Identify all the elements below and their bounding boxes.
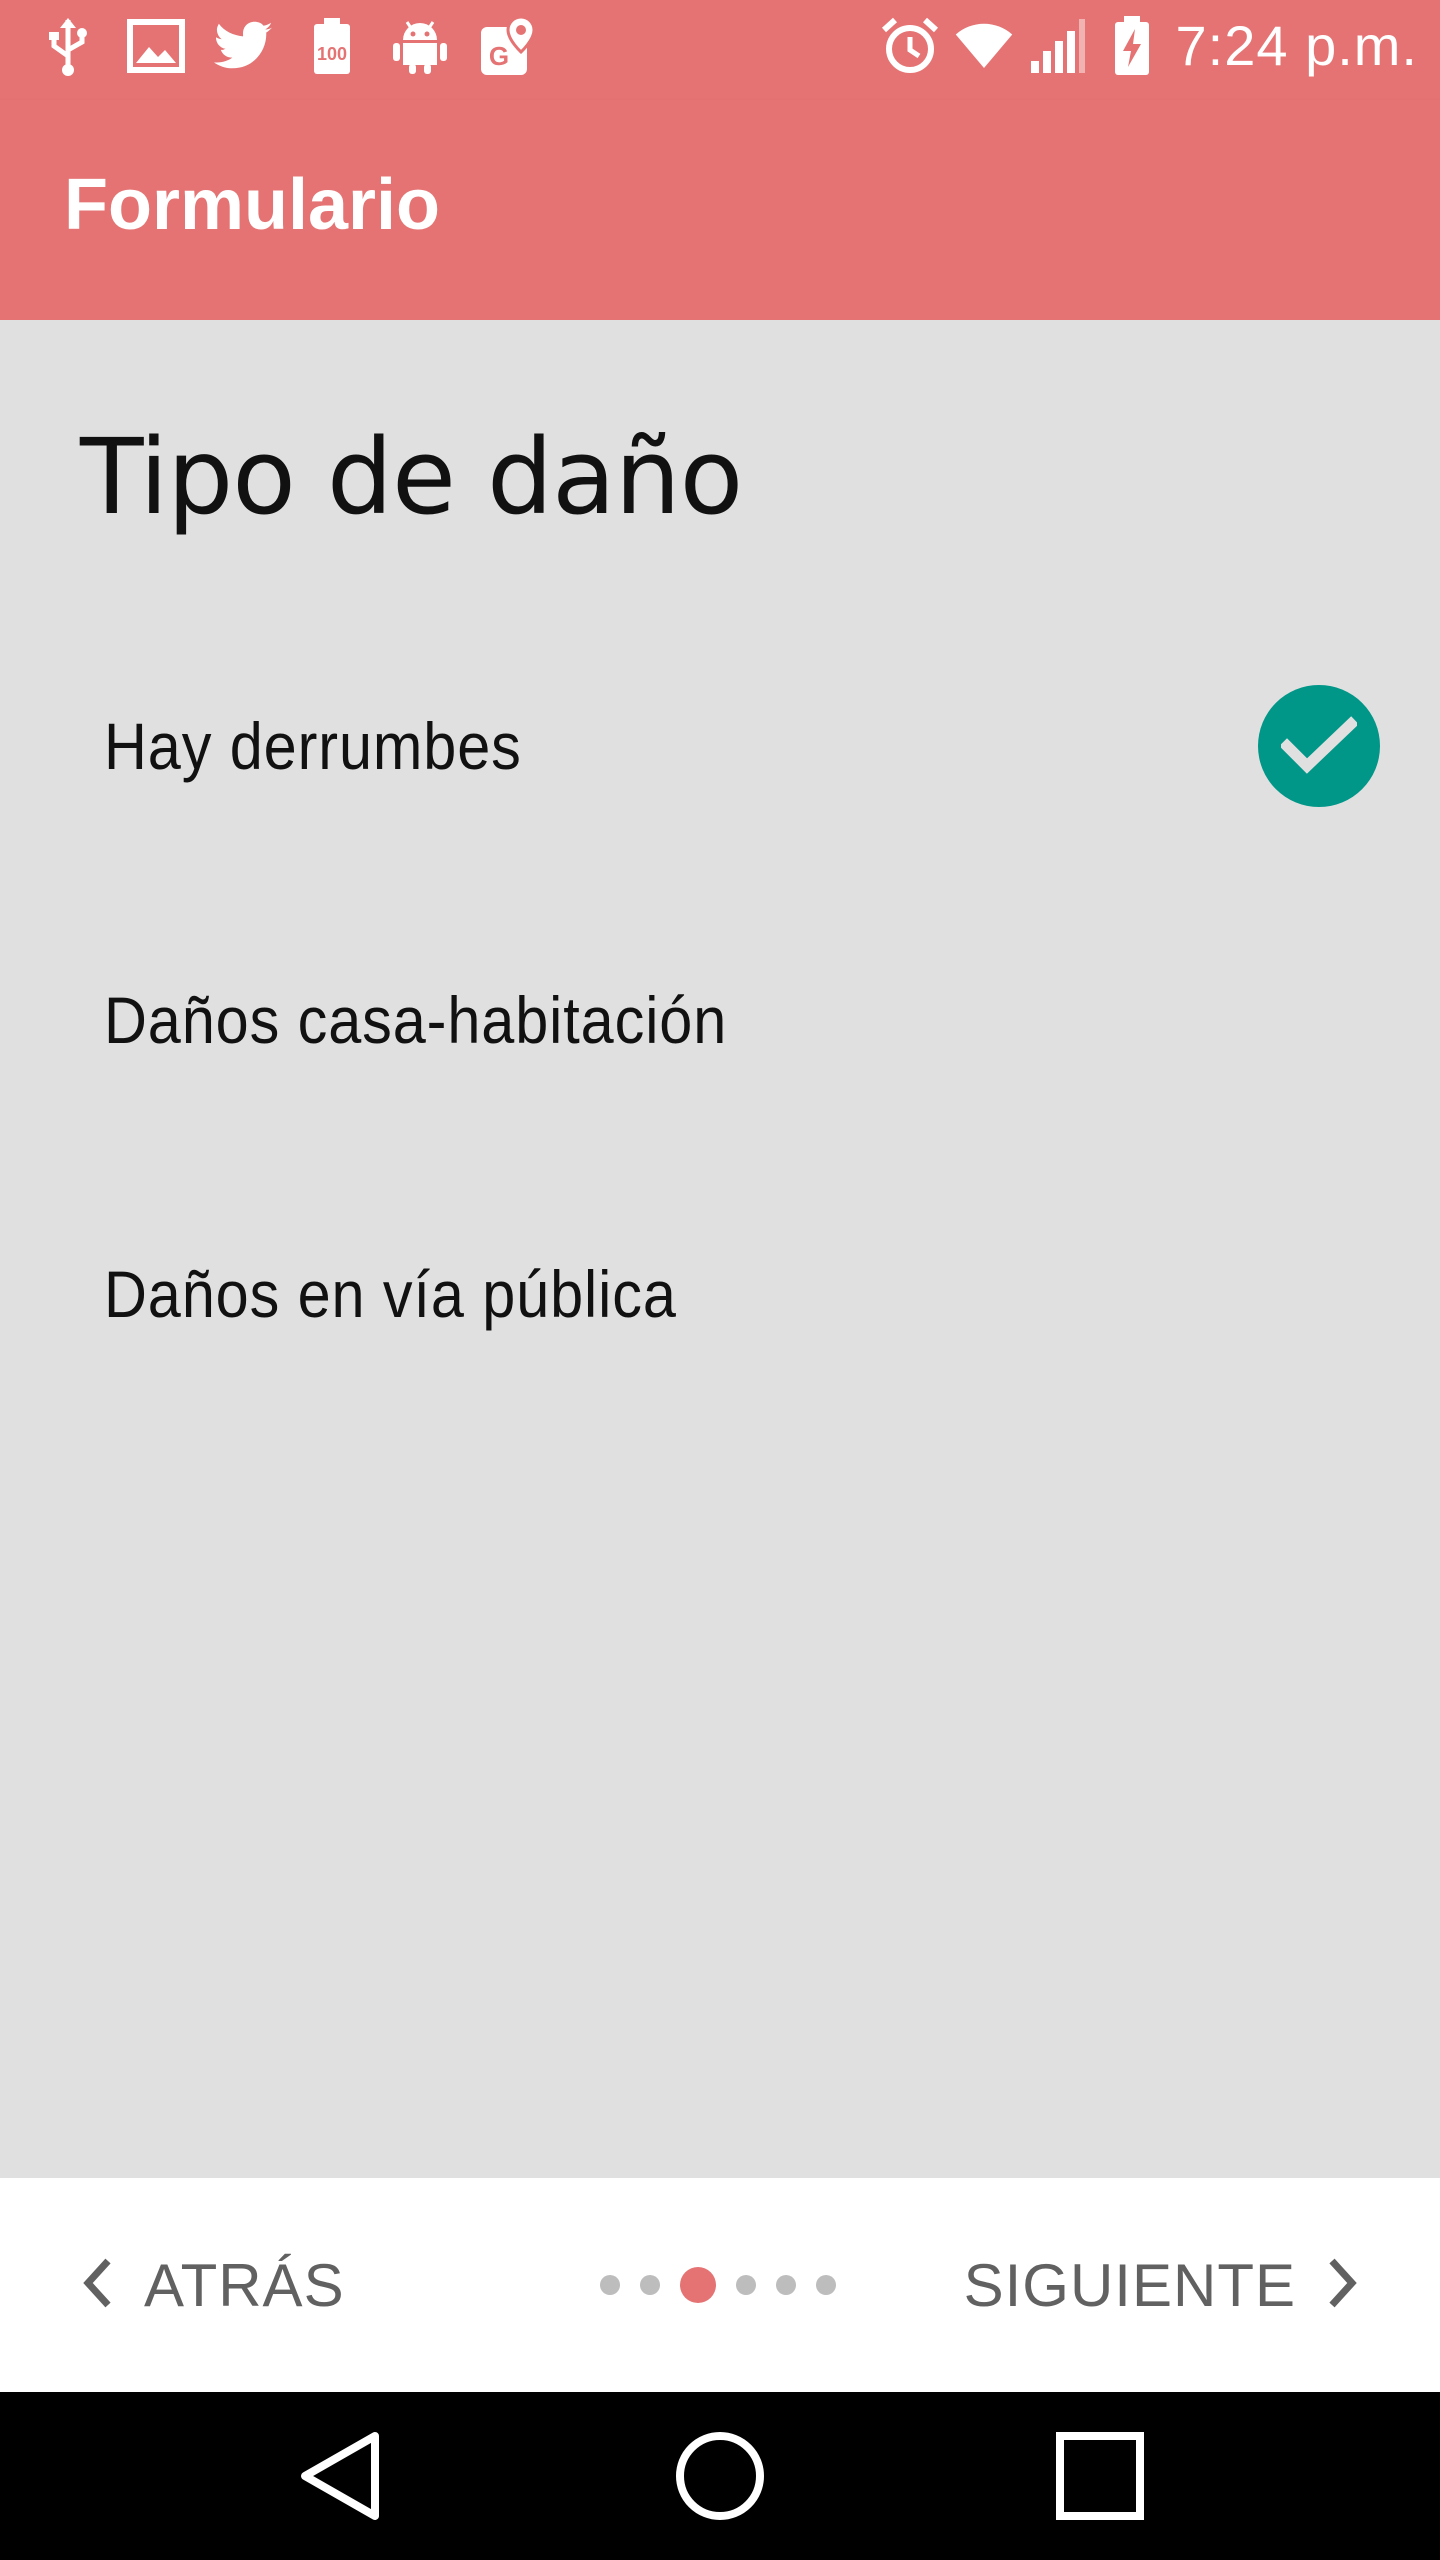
page-dot (816, 2275, 836, 2295)
svg-text:G: G (489, 41, 509, 71)
page-dot (640, 2275, 660, 2295)
system-nav-bar (0, 2392, 1440, 2560)
back-button[interactable]: ATRÁS (80, 2178, 345, 2392)
page-dot (776, 2275, 796, 2295)
system-status: 7:24 p.m. (880, 14, 1418, 78)
option-danos-casa-habitacion[interactable]: Daños casa-habitación (0, 910, 1440, 1130)
signal-icon (1028, 14, 1088, 78)
home-nav-icon[interactable] (640, 2392, 800, 2560)
notification-icons: 100 G (38, 14, 538, 78)
option-label: Daños casa-habitación (104, 983, 728, 1057)
option-hay-derrumbes[interactable]: Hay derrumbes (0, 636, 1440, 856)
option-label: Hay derrumbes (104, 709, 522, 783)
svg-text:100: 100 (317, 44, 347, 64)
recents-nav-icon[interactable] (1020, 2392, 1180, 2560)
chevron-right-icon (1326, 2257, 1360, 2314)
page-dot-active (680, 2267, 716, 2303)
section-title: Tipo de daño (80, 416, 743, 538)
battery-100-icon: 100 (302, 14, 362, 78)
page-dot (736, 2275, 756, 2295)
alarm-icon (880, 14, 940, 78)
form-content: Tipo de daño Hay derrumbes Daños casa-ha… (0, 320, 1440, 2178)
screen: 100 G 7:24 p.m. Formulario Tipo de daño … (0, 0, 1440, 2560)
maps-icon: G (478, 14, 538, 78)
wifi-icon (954, 14, 1014, 78)
app-title: Formulario (64, 165, 441, 245)
option-label: Daños en vía pública (104, 1257, 677, 1331)
app-bar: Formulario (0, 100, 1440, 320)
android-icon (390, 14, 450, 78)
page-dot (600, 2275, 620, 2295)
back-label: ATRÁS (144, 2251, 345, 2319)
back-nav-icon[interactable] (260, 2392, 420, 2560)
next-label: SIGUIENTE (963, 2251, 1296, 2319)
stepper-bar: ATRÁS SIGUIENTE (0, 2178, 1440, 2392)
clock: 7:24 p.m. (1175, 14, 1418, 77)
chevron-left-icon (80, 2257, 114, 2314)
check-icon[interactable] (1258, 685, 1380, 807)
usb-icon (38, 14, 98, 78)
next-button[interactable]: SIGUIENTE (964, 2178, 1360, 2392)
option-danos-via-publica[interactable]: Daños en vía pública (0, 1184, 1440, 1404)
page-indicator (600, 2178, 836, 2392)
gallery-icon (126, 14, 186, 78)
battery-charging-icon (1102, 14, 1162, 78)
status-bar: 100 G 7:24 p.m. (0, 0, 1440, 100)
twitter-icon (214, 14, 274, 78)
